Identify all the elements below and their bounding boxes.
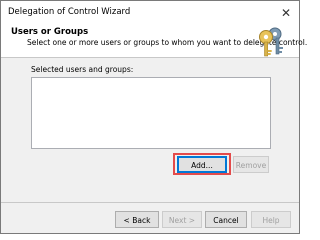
footer-divider bbox=[1, 202, 299, 203]
selected-users-list[interactable] bbox=[31, 77, 271, 149]
help-button[interactable]: Help bbox=[251, 211, 291, 228]
remove-button[interactable]: Remove bbox=[233, 156, 269, 173]
header-divider bbox=[1, 57, 299, 58]
wizard-header: Users or Groups Select one or more users… bbox=[1, 25, 307, 57]
list-label: Selected users and groups: bbox=[31, 65, 134, 74]
keys-icon bbox=[259, 27, 283, 57]
cancel-button[interactable]: Cancel bbox=[205, 211, 247, 228]
wizard-window: Delegation of Control Wizard ✕ Users or … bbox=[0, 0, 307, 234]
page-title: Users or Groups bbox=[11, 27, 89, 37]
back-button[interactable]: < Back bbox=[115, 211, 159, 228]
add-button[interactable]: Add... bbox=[177, 156, 227, 173]
title-bar: Delegation of Control Wizard ✕ bbox=[1, 1, 299, 25]
window-title: Delegation of Control Wizard bbox=[8, 7, 131, 17]
close-icon[interactable]: ✕ bbox=[275, 3, 297, 23]
next-button[interactable]: Next > bbox=[162, 211, 202, 228]
